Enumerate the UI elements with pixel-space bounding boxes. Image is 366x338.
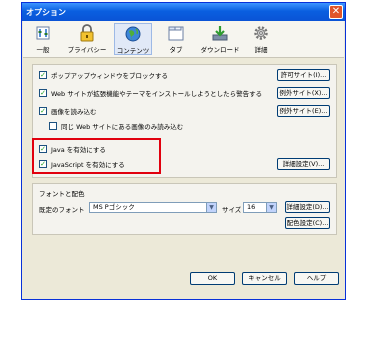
tabs-icon — [168, 26, 184, 41]
download-icon — [212, 26, 228, 41]
default-font-select[interactable]: MS Pゴシック ▼ — [89, 202, 217, 213]
general-icon — [36, 26, 50, 40]
default-font-value: MS Pゴシック — [93, 203, 135, 211]
same-site-images-checkbox[interactable]: ✓ — [49, 122, 57, 130]
tab-label: タブ — [169, 46, 183, 54]
fonts-colors-group: フォントと配色 既定のフォント MS Pゴシック ▼ サイズ 16 ▼ 詳細設定… — [32, 183, 337, 235]
ok-button[interactable]: OK — [190, 272, 235, 285]
tab-privacy[interactable]: プライバシー — [67, 23, 107, 55]
tab-advanced[interactable]: 詳細 — [248, 23, 274, 55]
tab-label: コンテンツ — [116, 47, 150, 55]
default-font-label: 既定のフォント — [39, 206, 85, 214]
tab-downloads[interactable]: ダウンロード — [199, 23, 241, 55]
tab-label: 一般 — [36, 46, 50, 54]
fonts-group-title: フォントと配色 — [39, 190, 85, 198]
allowed-sites-button[interactable]: 許可サイト(I)... — [277, 69, 330, 81]
javascript-advanced-button[interactable]: 詳細設定(V)... — [277, 158, 330, 170]
font-size-value: 16 — [247, 203, 256, 211]
globe-icon — [125, 26, 141, 42]
options-toolbar: 一般 プライバシー コンテンツ タブ ダウンロード 詳細 — [23, 21, 344, 58]
addon-warning-label: Web サイトが拡張機能やテーマをインストールしようとしたら警告する — [51, 90, 263, 98]
size-label: サイズ — [222, 206, 242, 214]
font-size-select[interactable]: 16 ▼ — [243, 202, 277, 213]
close-button[interactable]: ✕ — [329, 5, 343, 19]
same-site-images-label: 同じ Web サイトにある画像のみ読み込む — [61, 123, 184, 131]
popup-block-label: ポップアップウィンドウをブロックする — [51, 72, 168, 80]
tab-label: ダウンロード — [200, 46, 240, 54]
exception-sites-button[interactable]: 例外サイト(X)... — [277, 87, 330, 99]
tab-content[interactable]: コンテンツ — [114, 23, 152, 55]
font-advanced-button[interactable]: 詳細設定(D)... — [285, 201, 330, 213]
image-exceptions-button[interactable]: 例外サイト(E)... — [277, 105, 330, 117]
tab-label: プライバシー — [67, 46, 107, 54]
cancel-button[interactable]: キャンセル — [242, 272, 287, 285]
title-bar[interactable]: オプション ✕ — [22, 3, 345, 21]
chevron-down-icon: ▼ — [266, 203, 276, 212]
load-images-checkbox[interactable]: ✓ — [39, 107, 47, 115]
dialog-title: オプション — [26, 8, 66, 17]
popup-block-checkbox[interactable]: ✓ — [39, 71, 47, 79]
load-images-label: 画像を読み込む — [51, 108, 97, 116]
highlight-box — [32, 138, 161, 174]
tab-tabs[interactable]: タブ — [163, 23, 189, 55]
gear-icon — [254, 26, 268, 40]
chevron-down-icon: ▼ — [206, 203, 216, 212]
colors-button[interactable]: 配色設定(C)... — [285, 217, 330, 229]
help-button[interactable]: ヘルプ — [294, 272, 339, 285]
close-icon: ✕ — [331, 6, 341, 17]
tab-label: 詳細 — [254, 46, 268, 54]
addon-warning-checkbox[interactable]: ✓ — [39, 89, 47, 97]
lock-icon — [80, 24, 94, 42]
tab-general[interactable]: 一般 — [29, 23, 57, 55]
